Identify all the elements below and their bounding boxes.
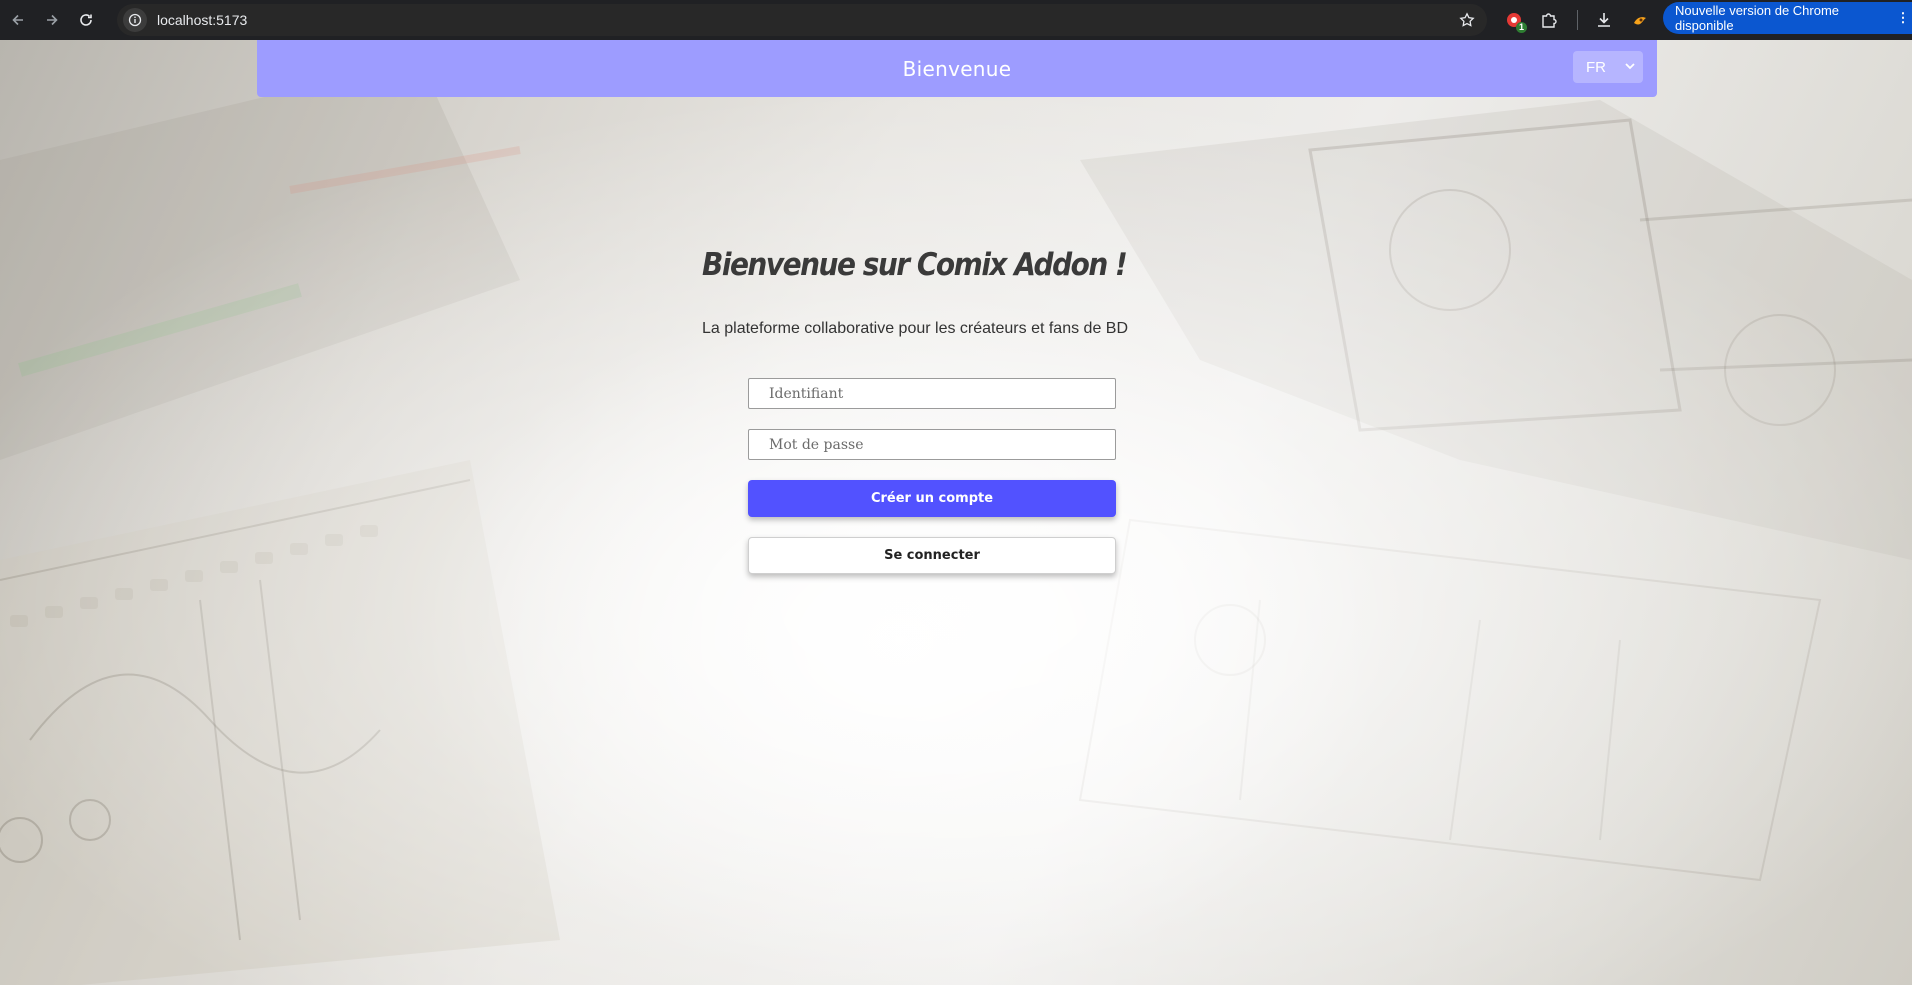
header-title: Bienvenue (902, 56, 1012, 81)
app-header: Bienvenue FR (257, 40, 1657, 97)
language-select[interactable]: FR (1573, 51, 1643, 83)
update-label: Nouvelle version de Chrome disponible (1675, 3, 1840, 33)
download-icon (1598, 13, 1610, 27)
language-value: FR (1586, 58, 1606, 76)
extension-badge: 1 (1515, 22, 1527, 33)
extensions-puzzle-button[interactable] (1535, 6, 1563, 34)
profile-extension-button[interactable] (1626, 6, 1654, 34)
reload-icon (80, 14, 92, 26)
browser-toolbar: localhost:5173 1 Nouvelle version de Chr… (0, 0, 1912, 40)
create-account-button[interactable]: Créer un compte (748, 480, 1116, 517)
kebab-menu-icon[interactable]: ⋮ (1894, 10, 1912, 26)
bookmark-star-icon[interactable] (1457, 10, 1477, 30)
chevron-down-icon (1625, 63, 1635, 70)
page: Bienvenue FR Bienvenue sur Comix Addon !… (0, 40, 1912, 985)
address-bar[interactable]: localhost:5173 (117, 4, 1487, 36)
login-button[interactable]: Se connecter (748, 537, 1116, 574)
url-text[interactable]: localhost:5173 (157, 12, 247, 28)
forward-button[interactable] (38, 6, 66, 34)
downloads-button[interactable] (1590, 6, 1618, 34)
back-button[interactable] (4, 6, 32, 34)
forward-arrow-icon (47, 14, 58, 26)
page-title: Bienvenue sur Comix Addon ! (702, 246, 1128, 283)
back-arrow-icon (12, 14, 23, 26)
toolbar-divider (1577, 10, 1578, 30)
username-input[interactable] (748, 378, 1116, 409)
site-info-icon[interactable] (123, 8, 147, 32)
extension-button[interactable]: 1 (1500, 6, 1528, 34)
chrome-update-button[interactable]: Nouvelle version de Chrome disponible ⋮ (1663, 2, 1912, 34)
reload-button[interactable] (72, 6, 100, 34)
puzzle-icon (1542, 13, 1557, 28)
profile-extension-icon (1634, 17, 1646, 25)
password-input[interactable] (748, 429, 1116, 460)
page-subtitle: La plateforme collaborative pour les cré… (702, 320, 1129, 337)
